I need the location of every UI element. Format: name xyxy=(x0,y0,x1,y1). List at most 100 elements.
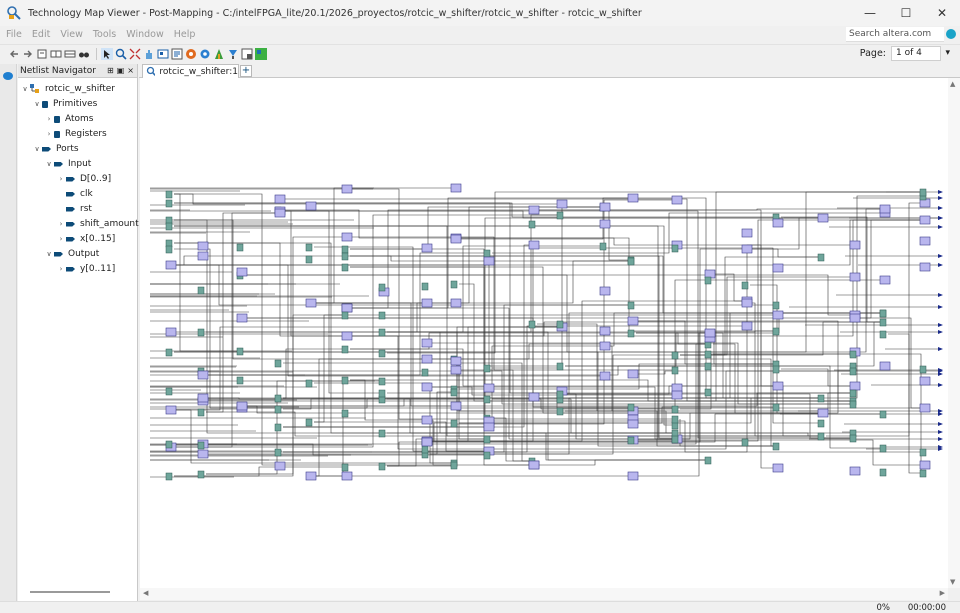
settings-icon[interactable] xyxy=(199,48,211,60)
register-cell xyxy=(772,442,780,451)
netlist-icon[interactable] xyxy=(36,48,48,60)
tree-item-primitives[interactable]: ∨ Primitives xyxy=(18,97,97,111)
tab-rotcic-w-shifter[interactable]: rotcic_w_shifter:1 xyxy=(142,64,239,78)
minimize-button[interactable]: — xyxy=(852,0,888,26)
collapse-icon[interactable] xyxy=(64,48,76,60)
chevron-right-icon[interactable]: › xyxy=(56,265,66,273)
register-cell xyxy=(305,255,313,264)
chevron-right-icon[interactable]: › xyxy=(44,115,54,123)
menu-window[interactable]: Window xyxy=(126,29,163,40)
register-cell xyxy=(197,328,205,337)
add-tab-button[interactable]: + xyxy=(240,65,252,77)
logic-block xyxy=(450,234,462,244)
output-port xyxy=(938,216,943,220)
color-icon[interactable] xyxy=(185,48,197,60)
tree-item-label: shift_amount xyxy=(80,219,139,229)
menu-view[interactable]: View xyxy=(60,29,83,40)
menu-help[interactable]: Help xyxy=(174,29,196,40)
chevron-right-icon[interactable]: › xyxy=(56,220,66,228)
vertical-scrollbar[interactable]: ▲ ▼ xyxy=(948,78,960,588)
register-cell xyxy=(450,419,458,428)
chevron-right-icon[interactable]: › xyxy=(56,175,66,183)
register-cell xyxy=(849,434,857,443)
logic-block xyxy=(556,199,568,209)
hierarchy-icon[interactable] xyxy=(171,48,183,60)
paint-icon[interactable] xyxy=(213,48,225,60)
menu-tools[interactable]: Tools xyxy=(93,29,116,40)
chevron-right-icon[interactable]: › xyxy=(56,235,66,243)
net-wire xyxy=(387,438,484,467)
logic-block xyxy=(627,471,639,481)
logic-block xyxy=(483,422,495,432)
tree-item-registers[interactable]: › Registers xyxy=(18,127,107,141)
tree-item-shift-amount[interactable]: › shift_amount xyxy=(18,217,139,231)
tree-item-x-0-15[interactable]: › x[0..15] xyxy=(18,232,116,246)
logic-block xyxy=(197,241,209,251)
float-icon[interactable]: ▣ xyxy=(117,66,125,75)
search-input[interactable]: Search altera.com xyxy=(846,27,944,42)
chevron-down-icon[interactable]: ∨ xyxy=(44,250,54,258)
pin-icon[interactable]: ⊞ xyxy=(107,66,114,75)
logic-block xyxy=(421,338,433,348)
tree-item-clk[interactable]: clk xyxy=(18,187,93,201)
green-icon[interactable] xyxy=(255,48,267,60)
chevron-down-icon[interactable]: ∨ xyxy=(44,160,54,168)
tree-item-output[interactable]: ∨ Output xyxy=(18,247,99,261)
chevron-down-icon[interactable]: ∨ xyxy=(32,100,42,108)
page-selector: Page: 1 of 4 xyxy=(860,46,954,61)
logic-block xyxy=(599,202,611,212)
logic-block xyxy=(919,262,931,272)
horizontal-scrollbar[interactable]: ◀ ▶ xyxy=(140,588,948,600)
find-icon[interactable] xyxy=(227,48,239,60)
net-wire xyxy=(430,370,850,450)
zoom-icon[interactable] xyxy=(115,48,127,60)
close-button[interactable]: ✕ xyxy=(924,0,960,26)
tree-item-rotcic-w-shifter[interactable]: ∨ rotcic_w_shifter xyxy=(18,82,115,96)
scroll-right-icon[interactable]: ▶ xyxy=(940,589,945,597)
logic-block xyxy=(599,326,611,336)
tree-item-label: Output xyxy=(68,249,100,259)
tree-item-y-0-11[interactable]: › y[0..11] xyxy=(18,262,116,276)
scroll-down-icon[interactable]: ▼ xyxy=(950,578,955,586)
netlist-schematic[interactable] xyxy=(140,78,949,588)
view-icon[interactable] xyxy=(157,48,169,60)
net-wire xyxy=(750,248,818,258)
back-icon[interactable] xyxy=(8,48,20,60)
layout-icon[interactable] xyxy=(241,48,253,60)
expand-icon[interactable] xyxy=(50,48,62,60)
maximize-button[interactable]: ☐ xyxy=(888,0,924,26)
forward-icon[interactable] xyxy=(22,48,34,60)
menu-edit[interactable]: Edit xyxy=(32,29,50,40)
scroll-left-icon[interactable]: ◀ xyxy=(143,589,148,597)
schematic-canvas[interactable] xyxy=(140,78,949,588)
tree-item-atoms[interactable]: › Atoms xyxy=(18,112,94,126)
close-panel-icon[interactable]: × xyxy=(127,66,134,75)
chat-bubble-icon[interactable] xyxy=(3,72,13,80)
chevron-right-icon[interactable]: › xyxy=(44,130,54,138)
tree-item-rst[interactable]: rst xyxy=(18,202,92,216)
logic-block xyxy=(274,194,286,204)
tree-item-d-0-9[interactable]: › D[0..9] xyxy=(18,172,112,186)
logic-block xyxy=(450,401,462,411)
register-cell xyxy=(849,400,857,409)
chevron-down-icon[interactable]: ∨ xyxy=(20,85,30,93)
scroll-up-icon[interactable]: ▲ xyxy=(950,80,955,88)
select-icon[interactable] xyxy=(101,48,113,60)
register-cell xyxy=(627,257,635,266)
tree-item-ports[interactable]: ∨ Ports xyxy=(18,142,78,156)
search-globe-icon[interactable] xyxy=(946,29,956,39)
register-cell xyxy=(197,408,205,417)
navigator-scrollbar[interactable] xyxy=(30,591,110,593)
logic-block xyxy=(274,208,286,218)
binoculars-icon[interactable] xyxy=(78,48,90,60)
fit-icon[interactable] xyxy=(129,48,141,60)
chevron-down-icon[interactable]: ∨ xyxy=(32,145,42,153)
output-port xyxy=(938,263,943,267)
pan-icon[interactable] xyxy=(143,48,155,60)
page-dropdown[interactable]: 1 of 4 xyxy=(891,46,950,61)
register-cell xyxy=(817,394,825,403)
register-cell xyxy=(236,347,244,356)
tree-item-input[interactable]: ∨ Input xyxy=(18,157,91,171)
register-cell xyxy=(671,415,679,424)
menu-file[interactable]: File xyxy=(6,29,22,40)
